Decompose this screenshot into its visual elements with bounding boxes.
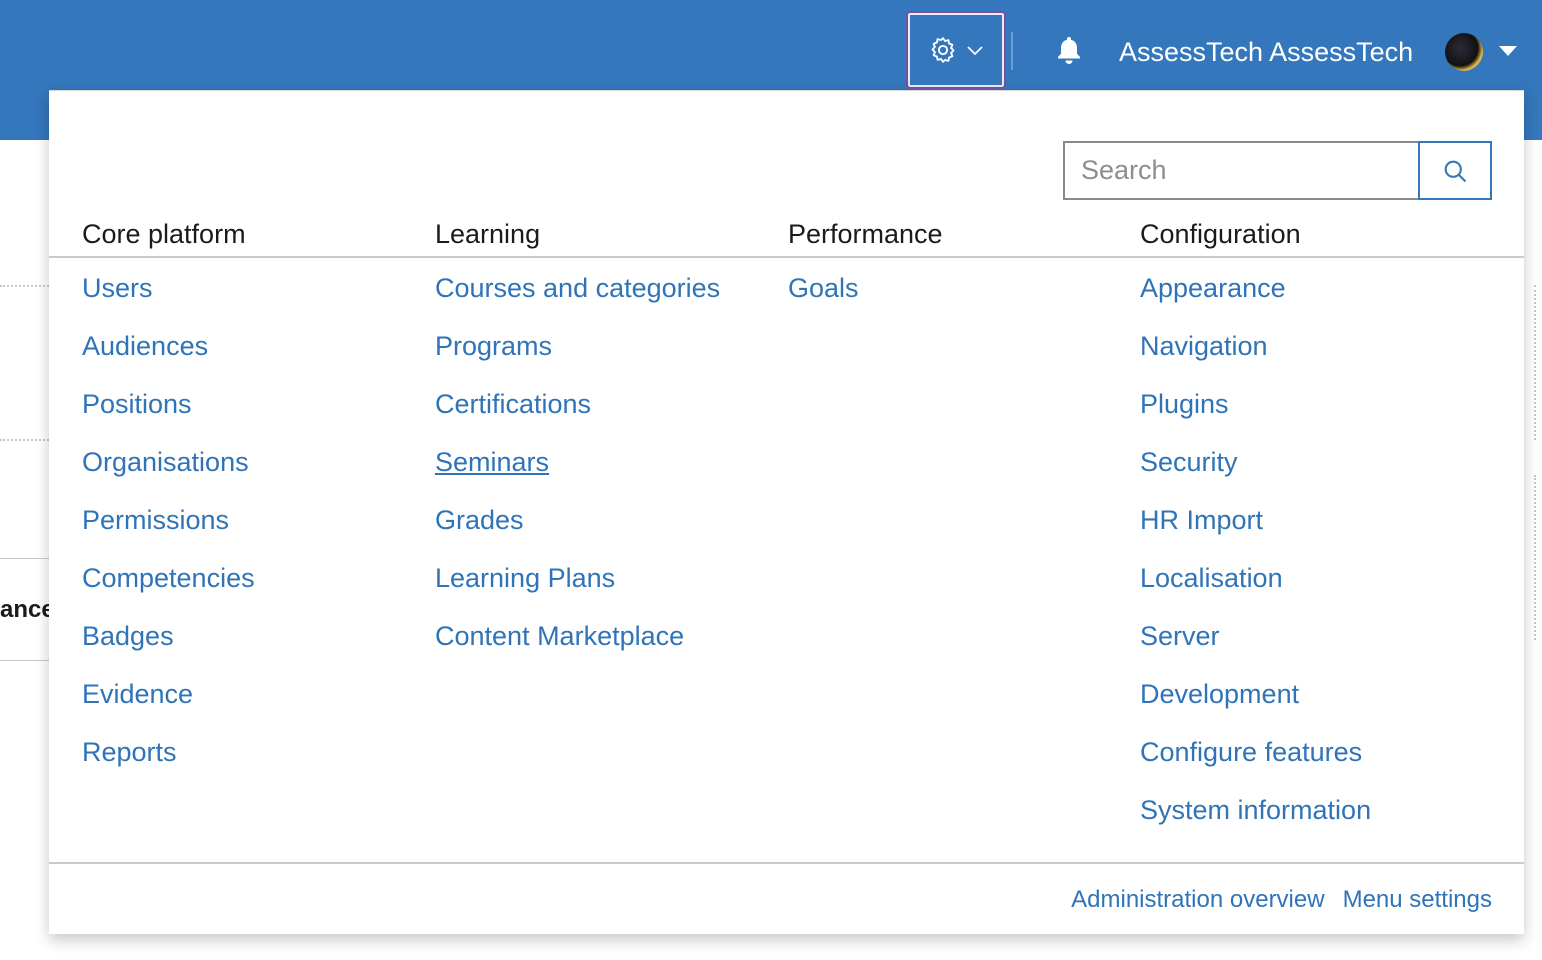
menu-link-organisations[interactable]: Organisations xyxy=(82,447,249,477)
menu-link-competencies[interactable]: Competencies xyxy=(82,563,255,593)
menu-link-development[interactable]: Development xyxy=(1140,679,1299,709)
background-partial-heading: ance xyxy=(0,596,55,623)
learning-list: Courses and categories Programs Certific… xyxy=(435,273,720,679)
menu-link-positions[interactable]: Positions xyxy=(82,389,192,419)
menu-settings-link[interactable]: Menu settings xyxy=(1343,886,1492,914)
performance-list: Goals xyxy=(788,273,859,331)
configuration-list: Appearance Navigation Plugins Security H… xyxy=(1140,273,1371,853)
menu-link-learning-plans[interactable]: Learning Plans xyxy=(435,563,615,593)
core-platform-list: Users Audiences Positions Organisations … xyxy=(82,273,255,795)
menu-link-localisation[interactable]: Localisation xyxy=(1140,563,1283,593)
menu-link-seminars[interactable]: Seminars xyxy=(435,447,549,477)
column-heading-performance: Performance xyxy=(788,219,943,249)
admin-menu-dropdown: Core platform Learning Performance Confi… xyxy=(49,90,1524,934)
search-button[interactable] xyxy=(1418,141,1492,200)
menu-link-audiences[interactable]: Audiences xyxy=(82,331,208,361)
menu-link-plugins[interactable]: Plugins xyxy=(1140,389,1229,419)
background-dotted-line xyxy=(1534,285,1536,440)
background-divider xyxy=(0,558,49,559)
menu-link-courses-and-categories[interactable]: Courses and categories xyxy=(435,273,720,303)
column-heading-core-platform: Core platform xyxy=(82,219,246,249)
menu-link-security[interactable]: Security xyxy=(1140,447,1238,477)
menu-link-hr-import[interactable]: HR Import xyxy=(1140,505,1263,535)
menu-link-permissions[interactable]: Permissions xyxy=(82,505,229,535)
menu-link-reports[interactable]: Reports xyxy=(82,737,177,767)
column-heading-learning: Learning xyxy=(435,219,541,249)
menu-link-badges[interactable]: Badges xyxy=(82,621,174,651)
background-dotted-line xyxy=(0,285,49,287)
administration-overview-link[interactable]: Administration overview xyxy=(1071,886,1324,914)
menu-link-goals[interactable]: Goals xyxy=(788,273,859,303)
footer-divider xyxy=(49,862,1524,864)
menu-link-appearance[interactable]: Appearance xyxy=(1140,273,1286,303)
bell-icon xyxy=(1058,37,1080,64)
heading-divider xyxy=(49,256,1524,258)
notifications-button[interactable] xyxy=(1055,34,1083,66)
caret-down-icon[interactable] xyxy=(1499,46,1517,56)
admin-search-input[interactable] xyxy=(1063,141,1418,200)
avatar[interactable] xyxy=(1445,33,1483,71)
menu-link-certifications[interactable]: Certifications xyxy=(435,389,591,419)
chevron-down-icon xyxy=(967,46,983,56)
header-separator xyxy=(1011,32,1013,70)
background-divider xyxy=(0,660,49,661)
background-dotted-line xyxy=(0,439,49,441)
admin-search-form xyxy=(1063,141,1492,200)
admin-menu-footer: Administration overview Menu settings xyxy=(1071,886,1492,914)
menu-link-navigation[interactable]: Navigation xyxy=(1140,331,1268,361)
menu-link-grades[interactable]: Grades xyxy=(435,505,524,535)
user-menu-name[interactable]: AssessTech AssessTech xyxy=(1119,37,1413,68)
background-dotted-line xyxy=(1534,475,1536,640)
search-icon xyxy=(1444,160,1466,182)
menu-link-users[interactable]: Users xyxy=(82,273,153,303)
column-heading-configuration: Configuration xyxy=(1140,219,1301,249)
menu-link-programs[interactable]: Programs xyxy=(435,331,552,361)
menu-link-configure-features[interactable]: Configure features xyxy=(1140,737,1362,767)
admin-menu-button[interactable] xyxy=(906,11,1006,89)
menu-link-server[interactable]: Server xyxy=(1140,621,1220,651)
menu-link-evidence[interactable]: Evidence xyxy=(82,679,193,709)
menu-link-content-marketplace[interactable]: Content Marketplace xyxy=(435,621,684,651)
gear-icon xyxy=(931,37,955,63)
menu-link-system-information[interactable]: System information xyxy=(1140,795,1371,825)
